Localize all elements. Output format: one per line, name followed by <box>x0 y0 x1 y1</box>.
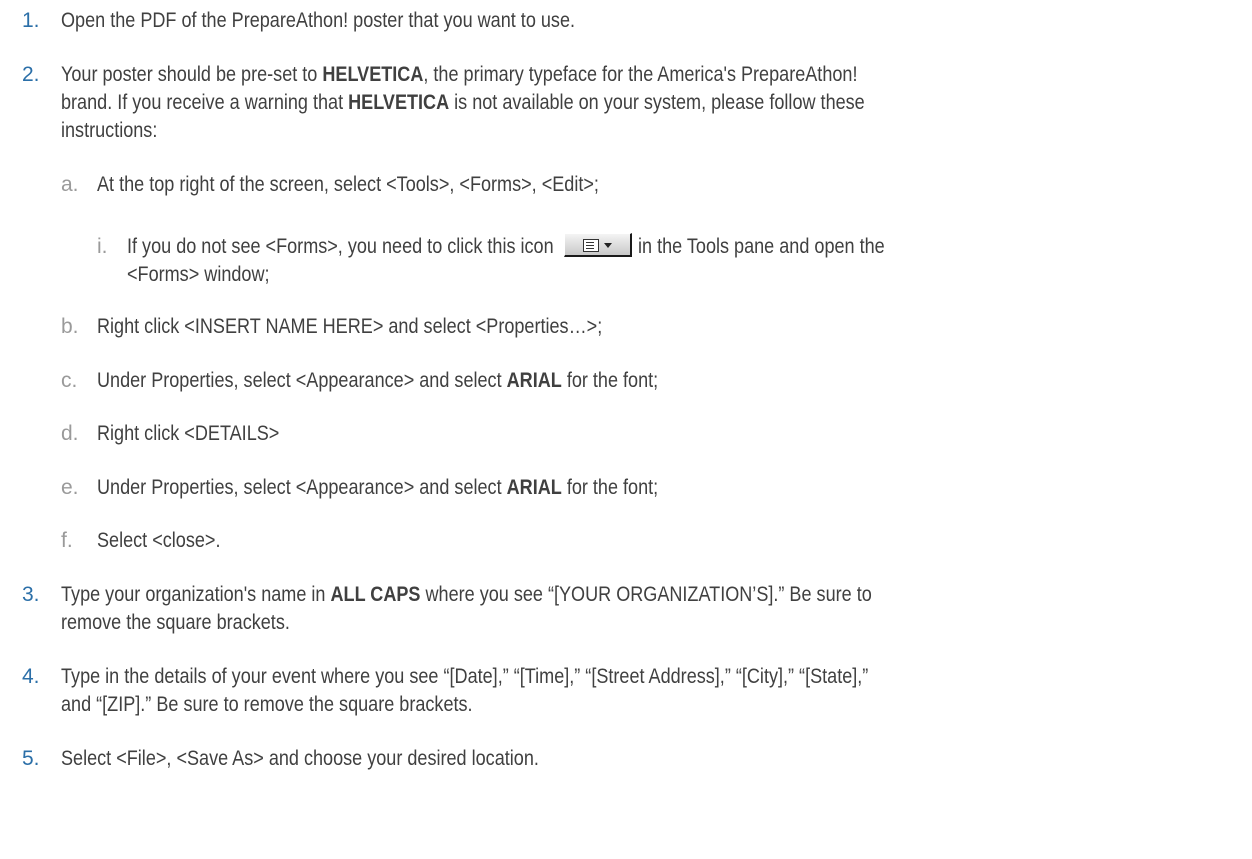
text: and “[ZIP].” Be sure to remove the squar… <box>61 693 473 716</box>
step-number: 1. <box>22 9 40 32</box>
substep-d-line: Right click <DETAILS> <box>97 421 279 447</box>
text: Your poster should be pre-set to <box>61 63 323 86</box>
substep-letter: b. <box>61 315 79 338</box>
step-4-line-1: Type in the details of your event where … <box>61 664 868 690</box>
instructions-page: 1. Open the PDF of the PrepareAthon! pos… <box>0 0 1252 859</box>
substep-i-line-2: <Forms> window; <box>127 262 270 288</box>
chevron-down-icon <box>604 243 612 248</box>
step-2-line-2: brand. If you receive a warning that HEL… <box>61 90 865 116</box>
text: <Forms> window; <box>127 263 270 286</box>
text: for the font; <box>561 476 659 499</box>
substep-letter: a. <box>61 173 79 196</box>
text: is not available on your system, please … <box>449 91 865 114</box>
substep-f-line: Select <close>. <box>97 528 220 554</box>
text: If you do not see <Forms>, you need to c… <box>127 235 554 258</box>
text: Type in the details of your event where … <box>61 665 869 688</box>
text: Under Properties, select <Appearance> an… <box>97 476 507 499</box>
text: remove the square brackets. <box>61 611 290 634</box>
bold-text: ARIAL <box>506 369 562 392</box>
text: , the primary typeface for the America's… <box>423 63 858 86</box>
substep-i-after-icon: in the Tools pane and open the <box>638 234 885 260</box>
step-number: 3. <box>22 583 40 606</box>
substep-letter: f. <box>61 529 73 552</box>
bold-text: ALL CAPS <box>330 583 421 606</box>
step-4-line-2: and “[ZIP].” Be sure to remove the squar… <box>61 692 473 718</box>
substep-letter: c. <box>61 369 78 392</box>
step-2-line-1: Your poster should be pre-set to HELVETI… <box>61 62 857 88</box>
text: for the font; <box>561 369 659 392</box>
text: Right click <INSERT NAME HERE> and selec… <box>97 315 603 338</box>
text: brand. If you receive a warning that <box>61 91 349 114</box>
substep-a-line: At the top right of the screen, select <… <box>97 172 599 198</box>
bold-text: HELVETICA <box>322 63 424 86</box>
step-number: 4. <box>22 665 40 688</box>
text: Select <close>. <box>97 529 221 552</box>
text: instructions: <box>61 119 158 142</box>
step-number: 5. <box>22 747 40 770</box>
text: Type your organization's name in <box>61 583 331 606</box>
text: Under Properties, select <Appearance> an… <box>97 369 507 392</box>
step-5-line-1: Select <File>, <Save As> and choose your… <box>61 746 539 772</box>
substep-i-line-1: If you do not see <Forms>, you need to c… <box>127 234 554 260</box>
step-1-line-1: Open the PDF of the PrepareAthon! poster… <box>61 8 575 34</box>
substep-letter: e. <box>61 476 79 499</box>
text: in the Tools pane and open the <box>638 235 885 258</box>
list-icon <box>583 239 599 252</box>
step-3-line-2: remove the square brackets. <box>61 610 290 636</box>
substep-b-line: Right click <INSERT NAME HERE> and selec… <box>97 314 602 340</box>
step-2-line-3: instructions: <box>61 118 157 144</box>
text: Right click <DETAILS> <box>97 422 280 445</box>
step-number: 2. <box>22 63 40 86</box>
substep-letter: d. <box>61 422 79 445</box>
text: where you see “[YOUR ORGANIZATION’S].” B… <box>420 583 872 606</box>
substep-e-line: Under Properties, select <Appearance> an… <box>97 475 658 501</box>
text: Select <File>, <Save As> and choose your… <box>61 747 539 770</box>
text: Open the PDF of the PrepareAthon! poster… <box>61 9 576 32</box>
text: At the top right of the screen, select <… <box>97 173 599 196</box>
substep-c-line: Under Properties, select <Appearance> an… <box>97 368 658 394</box>
bold-text: ARIAL <box>506 476 562 499</box>
bold-text: HELVETICA <box>348 91 450 114</box>
forms-list-dropdown-icon <box>564 233 632 257</box>
step-3-line-1: Type your organization's name in ALL CAP… <box>61 582 872 608</box>
substep-letter: i. <box>97 235 108 258</box>
